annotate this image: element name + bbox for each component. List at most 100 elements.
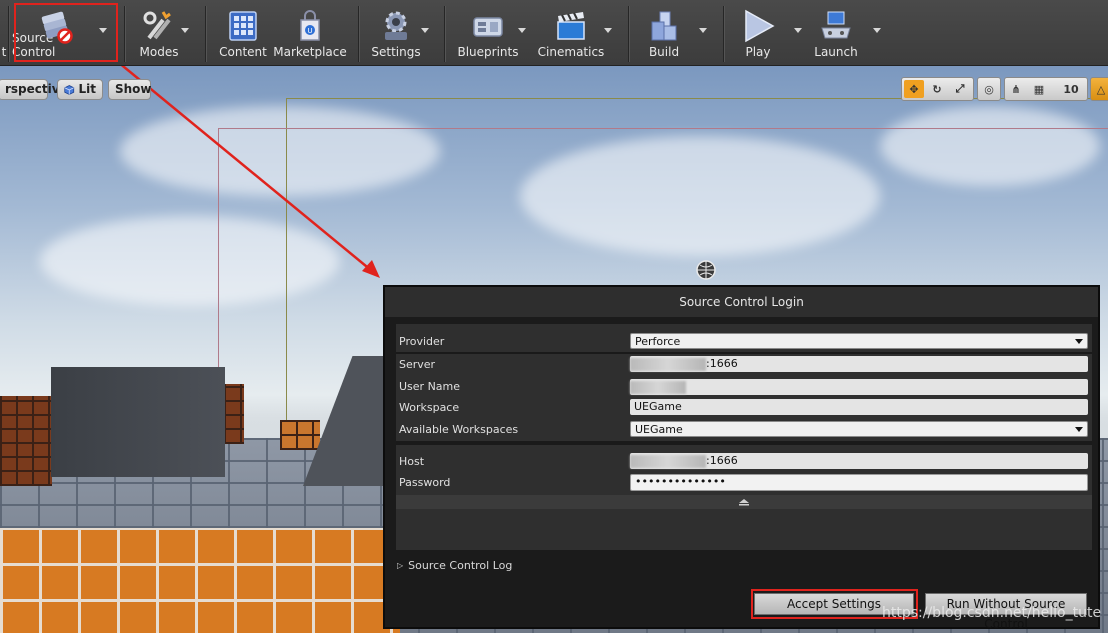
globe-icon[interactable]	[695, 259, 717, 281]
blueprints-dropdown-icon[interactable]	[518, 28, 526, 33]
show-button[interactable]: Show	[108, 79, 152, 100]
source-control-login-dialog: Source Control Login Provider Perforce S…	[383, 285, 1100, 631]
translate-tool-icon[interactable]: ✥	[904, 80, 924, 98]
blueprints-icon	[473, 17, 503, 37]
available-workspaces-value: UEGame	[635, 423, 683, 436]
cinematics-dropdown-icon[interactable]	[604, 28, 612, 33]
chevron-down-icon	[1075, 339, 1083, 344]
collapse-toggle[interactable]	[396, 495, 1092, 509]
redacted-text	[630, 454, 706, 468]
transform-tools: ✥ ↻ ⤢	[901, 77, 974, 101]
source-control-log-expander[interactable]: ▷ Source Control Log	[397, 559, 512, 572]
build-button[interactable]: Build	[640, 2, 688, 64]
blueprints-label: Blueprints	[457, 45, 519, 59]
scale-tool-icon[interactable]: ⤢	[950, 80, 970, 98]
toolbar-separator	[124, 6, 125, 62]
lit-label: Lit	[78, 82, 97, 96]
world-space-icon: ◎	[984, 82, 994, 96]
marketplace-label: Marketplace	[273, 45, 347, 59]
dialog-title: Source Control Login	[385, 287, 1098, 317]
available-workspaces-label: Available Workspaces	[399, 423, 519, 436]
build-icon	[651, 11, 677, 41]
cinematics-button[interactable]: Cinematics	[537, 2, 605, 64]
grid-snap-value[interactable]: 10	[1057, 80, 1085, 98]
build-label: Build	[648, 45, 680, 59]
chevron-right-icon: ▷	[397, 561, 404, 570]
snap-tools: ⋔ ▦ 10	[1004, 77, 1088, 101]
settings-label: Settings	[371, 45, 421, 59]
rotation-snap-icon: △	[1096, 82, 1106, 96]
host-field[interactable]: :1666	[630, 453, 1088, 469]
lit-mode-button[interactable]: Lit	[57, 79, 103, 100]
available-workspaces-dropdown[interactable]: UEGame	[630, 421, 1088, 437]
launch-button[interactable]: Launch	[810, 2, 862, 64]
toolbar-separator	[205, 6, 206, 62]
redacted-text	[630, 380, 686, 394]
chevron-down-icon	[1075, 427, 1083, 432]
content-label: Content	[219, 45, 267, 59]
svg-text:U: U	[307, 27, 312, 35]
marketplace-button[interactable]: U Marketplace	[273, 2, 347, 64]
provider-label: Provider	[399, 335, 445, 348]
rotation-snap-toggle[interactable]: △	[1090, 77, 1108, 101]
play-label: Play	[745, 45, 771, 59]
password-value: ••••••••••••••	[635, 475, 726, 488]
settings-panel: Provider Perforce Server :1666 User Name…	[396, 324, 1092, 550]
grid-snap-icon[interactable]: ▦	[1029, 80, 1049, 98]
user-name-label: User Name	[399, 380, 461, 393]
password-label: Password	[399, 476, 451, 489]
server-value: :1666	[706, 357, 738, 370]
watermark: https://blog.csdn.net/hello_tute	[882, 605, 1102, 621]
blueprints-button[interactable]: Blueprints	[455, 2, 521, 64]
source-control-highlight	[14, 3, 118, 62]
provider-dropdown[interactable]: Perforce	[630, 333, 1088, 349]
modes-label: Modes	[139, 45, 179, 59]
host-value: :1666	[706, 454, 738, 467]
perspective-button[interactable]: rspective	[0, 79, 68, 100]
toolbar-separator	[8, 6, 9, 62]
toolbar-partial-label: t	[1, 45, 7, 59]
toolbar-separator	[628, 6, 629, 62]
toolbar-partial-button[interactable]: t	[0, 2, 8, 64]
lit-sphere-icon	[64, 84, 75, 95]
server-label: Server	[399, 358, 436, 371]
settings-button[interactable]: Settings	[366, 2, 426, 64]
cinematics-label: Cinematics	[537, 45, 605, 59]
launch-label: Launch	[814, 45, 858, 59]
toolbar-separator	[444, 6, 445, 62]
host-label: Host	[399, 455, 425, 468]
play-dropdown-icon[interactable]	[794, 28, 802, 33]
workspace-field[interactable]: UEGame	[630, 399, 1088, 415]
content-icon	[229, 11, 257, 41]
surface-snap-icon[interactable]: ⋔	[1006, 80, 1026, 98]
rotate-tool-icon[interactable]: ↻	[927, 80, 947, 98]
world-space-toggle[interactable]: ◎	[977, 77, 1001, 101]
toolbar-separator	[723, 6, 724, 62]
settings-dropdown-icon[interactable]	[421, 28, 429, 33]
redacted-text	[630, 357, 706, 371]
settings-icon	[385, 11, 407, 40]
play-icon	[745, 9, 775, 43]
workspace-value: UEGame	[634, 400, 682, 413]
divider	[396, 352, 1092, 354]
server-field[interactable]: :1666	[630, 356, 1088, 372]
workspace-label: Workspace	[399, 401, 460, 414]
show-label: Show	[115, 82, 152, 96]
play-button[interactable]: Play	[734, 2, 782, 64]
chevron-up-icon	[739, 499, 749, 506]
modes-button[interactable]: Modes	[130, 2, 188, 64]
launch-icon	[821, 11, 851, 39]
toolbar-separator	[358, 6, 359, 62]
password-field[interactable]: ••••••••••••••	[630, 474, 1088, 491]
main-toolbar: t Source Control Modes Content U Marketp…	[0, 0, 1108, 66]
build-dropdown-icon[interactable]	[699, 28, 707, 33]
provider-value: Perforce	[635, 335, 681, 348]
divider	[396, 441, 1092, 445]
launch-dropdown-icon[interactable]	[873, 28, 881, 33]
modes-icon	[143, 11, 171, 40]
source-control-log-label: Source Control Log	[408, 559, 513, 572]
marketplace-icon: U	[300, 10, 320, 41]
modes-dropdown-icon[interactable]	[181, 28, 189, 33]
user-name-field[interactable]	[630, 379, 1088, 395]
content-button[interactable]: Content	[214, 2, 272, 64]
